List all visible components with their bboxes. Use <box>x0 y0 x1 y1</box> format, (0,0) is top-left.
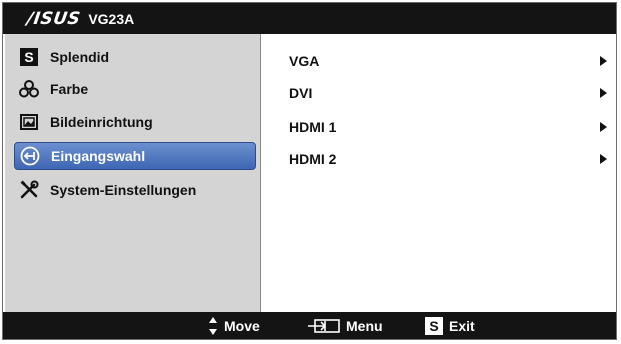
input-select-icon <box>20 146 40 166</box>
model-name: VG23A <box>88 10 135 27</box>
move-label: Move <box>224 318 260 334</box>
enter-icon <box>308 319 340 333</box>
tools-icon <box>19 180 39 200</box>
menu-hint: Menu <box>308 316 383 336</box>
source-item-hdmi-2[interactable]: HDMI 2 <box>289 149 607 169</box>
source-item-vga[interactable]: VGA <box>289 51 607 71</box>
arrow-right-icon <box>600 154 607 164</box>
menu-item-label: Bildeinrichtung <box>50 114 153 130</box>
source-item-hdmi-1[interactable]: HDMI 1 <box>289 117 607 137</box>
arrow-right-icon <box>600 88 607 98</box>
osd-header: /ISUS VG23A <box>3 3 616 34</box>
source-label: HDMI 1 <box>289 119 337 135</box>
arrow-right-icon <box>600 122 607 132</box>
source-label: DVI <box>289 85 313 101</box>
osd-footer: Move Menu S Exit <box>3 312 616 339</box>
menu-item-label: Farbe <box>50 81 89 97</box>
menu-item-bildeinrichtung[interactable]: Bildeinrichtung <box>14 108 256 136</box>
menu-item-splendid[interactable]: S Splendid <box>14 43 256 71</box>
splendid-s-icon: S <box>425 317 443 335</box>
arrow-right-icon <box>600 56 607 66</box>
menu-item-eingangswahl[interactable]: Eingangswahl <box>14 142 256 170</box>
color-circles-icon <box>19 79 39 99</box>
menu-item-system-einstellungen[interactable]: System-Einstellungen <box>14 176 256 204</box>
exit-hint: S Exit <box>425 316 475 336</box>
image-icon <box>19 112 39 132</box>
source-submenu-panel: VGA DVI HDMI 1 HDMI 2 <box>261 34 616 312</box>
move-hint: Move <box>208 316 260 336</box>
source-label: VGA <box>289 53 320 69</box>
menu-item-label: System-Einstellungen <box>50 182 197 198</box>
exit-label: Exit <box>449 318 475 334</box>
splendid-s-icon: S <box>19 47 39 67</box>
menu-item-label: Eingangswahl <box>51 148 146 164</box>
source-label: HDMI 2 <box>289 151 337 167</box>
osd-window: /ISUS VG23A S Splendid Farbe Bildeinrich… <box>2 2 617 340</box>
source-item-dvi[interactable]: DVI <box>289 83 607 103</box>
svg-text:S: S <box>429 318 438 334</box>
main-menu-panel: S Splendid Farbe Bildeinrichtung Eingang… <box>5 34 261 312</box>
menu-item-farbe[interactable]: Farbe <box>14 75 256 103</box>
svg-text:S: S <box>24 49 33 65</box>
menu-label: Menu <box>346 318 383 334</box>
up-down-arrows-icon <box>209 317 217 335</box>
menu-item-label: Splendid <box>50 49 110 65</box>
brand-logo: /ISUS <box>25 8 82 29</box>
